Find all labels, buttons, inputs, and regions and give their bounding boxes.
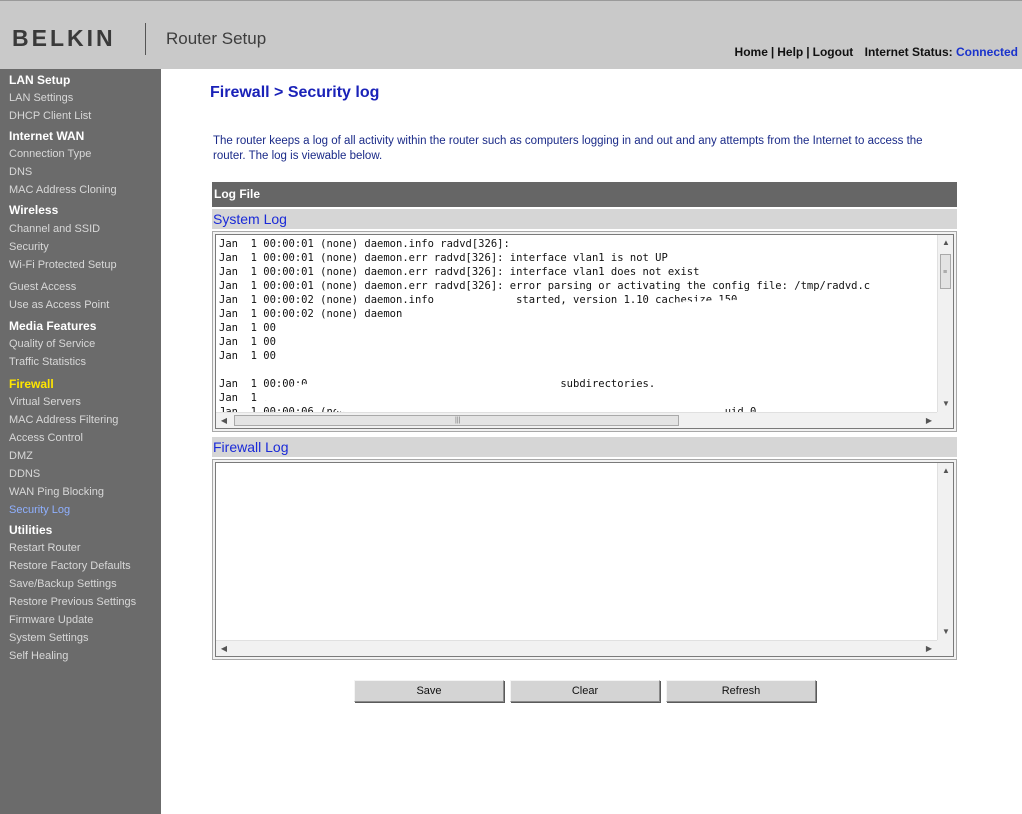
sidebar-item-wan-ping-blocking[interactable]: WAN Ping Blocking	[9, 486, 104, 498]
sidebar-item-self-healing[interactable]: Self Healing	[9, 650, 68, 662]
scroll-right-arrow-icon[interactable]: ▶	[921, 413, 937, 429]
sidebar-item-dhcp-client-list[interactable]: DHCP Client List	[9, 110, 91, 122]
firewall-log-box: ▲ ▼ ◀ ▶	[212, 459, 957, 660]
save-button[interactable]: Save	[354, 680, 504, 702]
sidebar: LAN Setup LAN Settings DHCP Client List …	[0, 69, 161, 814]
sidebar-item-traffic-statistics[interactable]: Traffic Statistics	[9, 356, 86, 368]
sidebar-item-system-settings[interactable]: System Settings	[9, 632, 88, 644]
sidebar-item-wps[interactable]: Wi-Fi Protected Setup	[9, 259, 117, 271]
sidebar-item-restore-factory[interactable]: Restore Factory Defaults	[9, 560, 131, 572]
sidebar-item-security-log[interactable]: Security Log	[9, 504, 70, 516]
sidebar-item-lan-settings[interactable]: LAN Settings	[9, 92, 73, 104]
scroll-thumb[interactable]: |||	[234, 415, 679, 426]
clear-button[interactable]: Clear	[510, 680, 660, 702]
system-log-box: Jan 1 00:00:01 (none) daemon.info radvd[…	[212, 231, 957, 432]
sidebar-item-dmz[interactable]: DMZ	[9, 450, 33, 462]
sidebar-item-restart-router[interactable]: Restart Router	[9, 542, 81, 554]
sidebar-head-wireless: Wireless	[9, 203, 59, 217]
home-link[interactable]: Home	[735, 45, 768, 59]
brand-logo: BELKIN	[12, 25, 116, 51]
help-link[interactable]: Help	[777, 45, 803, 59]
scroll-down-arrow-icon[interactable]: ▼	[938, 624, 954, 640]
sidebar-item-qos[interactable]: Quality of Service	[9, 338, 95, 350]
firewall-log-textarea[interactable]: ▲ ▼ ◀ ▶	[215, 462, 954, 657]
sidebar-item-connection-type[interactable]: Connection Type	[9, 148, 91, 160]
sidebar-item-dns[interactable]: DNS	[9, 166, 32, 178]
sidebar-item-access-point[interactable]: Use as Access Point	[9, 299, 109, 311]
refresh-button[interactable]: Refresh	[666, 680, 816, 702]
system-log-header: System Log	[212, 209, 957, 229]
firewall-log-vertical-scrollbar[interactable]: ▲ ▼	[937, 463, 953, 640]
nav-separator: |	[770, 45, 775, 59]
scroll-left-arrow-icon[interactable]: ◀	[216, 641, 232, 657]
sidebar-head-internet-wan: Internet WAN	[9, 129, 85, 143]
sidebar-item-ddns[interactable]: DDNS	[9, 468, 40, 480]
nav-separator: |	[806, 45, 810, 59]
sidebar-head-media-features: Media Features	[9, 319, 97, 333]
sidebar-item-restore-previous[interactable]: Restore Previous Settings	[9, 596, 136, 608]
log-file-header: Log File	[212, 182, 957, 207]
scroll-corner	[937, 412, 953, 428]
page-title: Firewall > Security log	[210, 84, 380, 101]
scroll-down-arrow-icon[interactable]: ▼	[938, 396, 954, 412]
sidebar-item-firmware-update[interactable]: Firmware Update	[9, 614, 93, 626]
scroll-up-arrow-icon[interactable]: ▲	[938, 463, 954, 479]
sidebar-item-mac-filtering[interactable]: MAC Address Filtering	[9, 414, 118, 426]
firewall-log-header: Firewall Log	[212, 437, 957, 457]
firewall-log-text	[219, 465, 935, 640]
internet-status-value: Connected	[955, 45, 1018, 59]
sidebar-item-channel-ssid[interactable]: Channel and SSID	[9, 223, 100, 235]
scroll-thumb[interactable]: ≡	[940, 254, 951, 289]
internet-status-label: Internet Status:	[864, 45, 953, 59]
sidebar-head-utilities: Utilities	[9, 523, 53, 537]
scroll-corner	[937, 640, 953, 656]
header-bar: BELKIN Router Setup Home | Help | Logout Int…	[0, 0, 1022, 69]
system-log-horizontal-scrollbar[interactable]: ◀ ||| ▶	[216, 412, 937, 428]
sidebar-item-mac-address-cloning[interactable]: MAC Address Cloning	[9, 184, 117, 196]
sidebar-item-guest-access[interactable]: Guest Access	[9, 281, 76, 293]
logout-link[interactable]: Logout	[813, 45, 854, 59]
scroll-right-arrow-icon[interactable]: ▶	[921, 641, 937, 657]
app-title: Router Setup	[166, 29, 267, 48]
sidebar-item-virtual-servers[interactable]: Virtual Servers	[9, 396, 81, 408]
sidebar-item-security[interactable]: Security	[9, 241, 49, 253]
top-nav: Home | Help | Logout Internet Status: Connec…	[735, 45, 1018, 59]
scroll-left-arrow-icon[interactable]: ◀	[216, 413, 232, 429]
sidebar-head-firewall[interactable]: Firewall	[9, 377, 54, 391]
system-log-vertical-scrollbar[interactable]: ▲ ≡ ▼	[937, 235, 953, 412]
brand-divider	[145, 23, 146, 55]
intro-text: The router keeps a log of all activity w…	[213, 135, 923, 162]
sidebar-item-save-backup[interactable]: Save/Backup Settings	[9, 578, 117, 590]
sidebar-item-access-control[interactable]: Access Control	[9, 432, 83, 444]
system-log-textarea[interactable]: Jan 1 00:00:01 (none) daemon.info radvd[…	[215, 234, 954, 429]
firewall-log-horizontal-scrollbar[interactable]: ◀ ▶	[216, 640, 937, 656]
sidebar-head-lan-setup: LAN Setup	[9, 73, 71, 87]
scroll-up-arrow-icon[interactable]: ▲	[938, 235, 954, 251]
